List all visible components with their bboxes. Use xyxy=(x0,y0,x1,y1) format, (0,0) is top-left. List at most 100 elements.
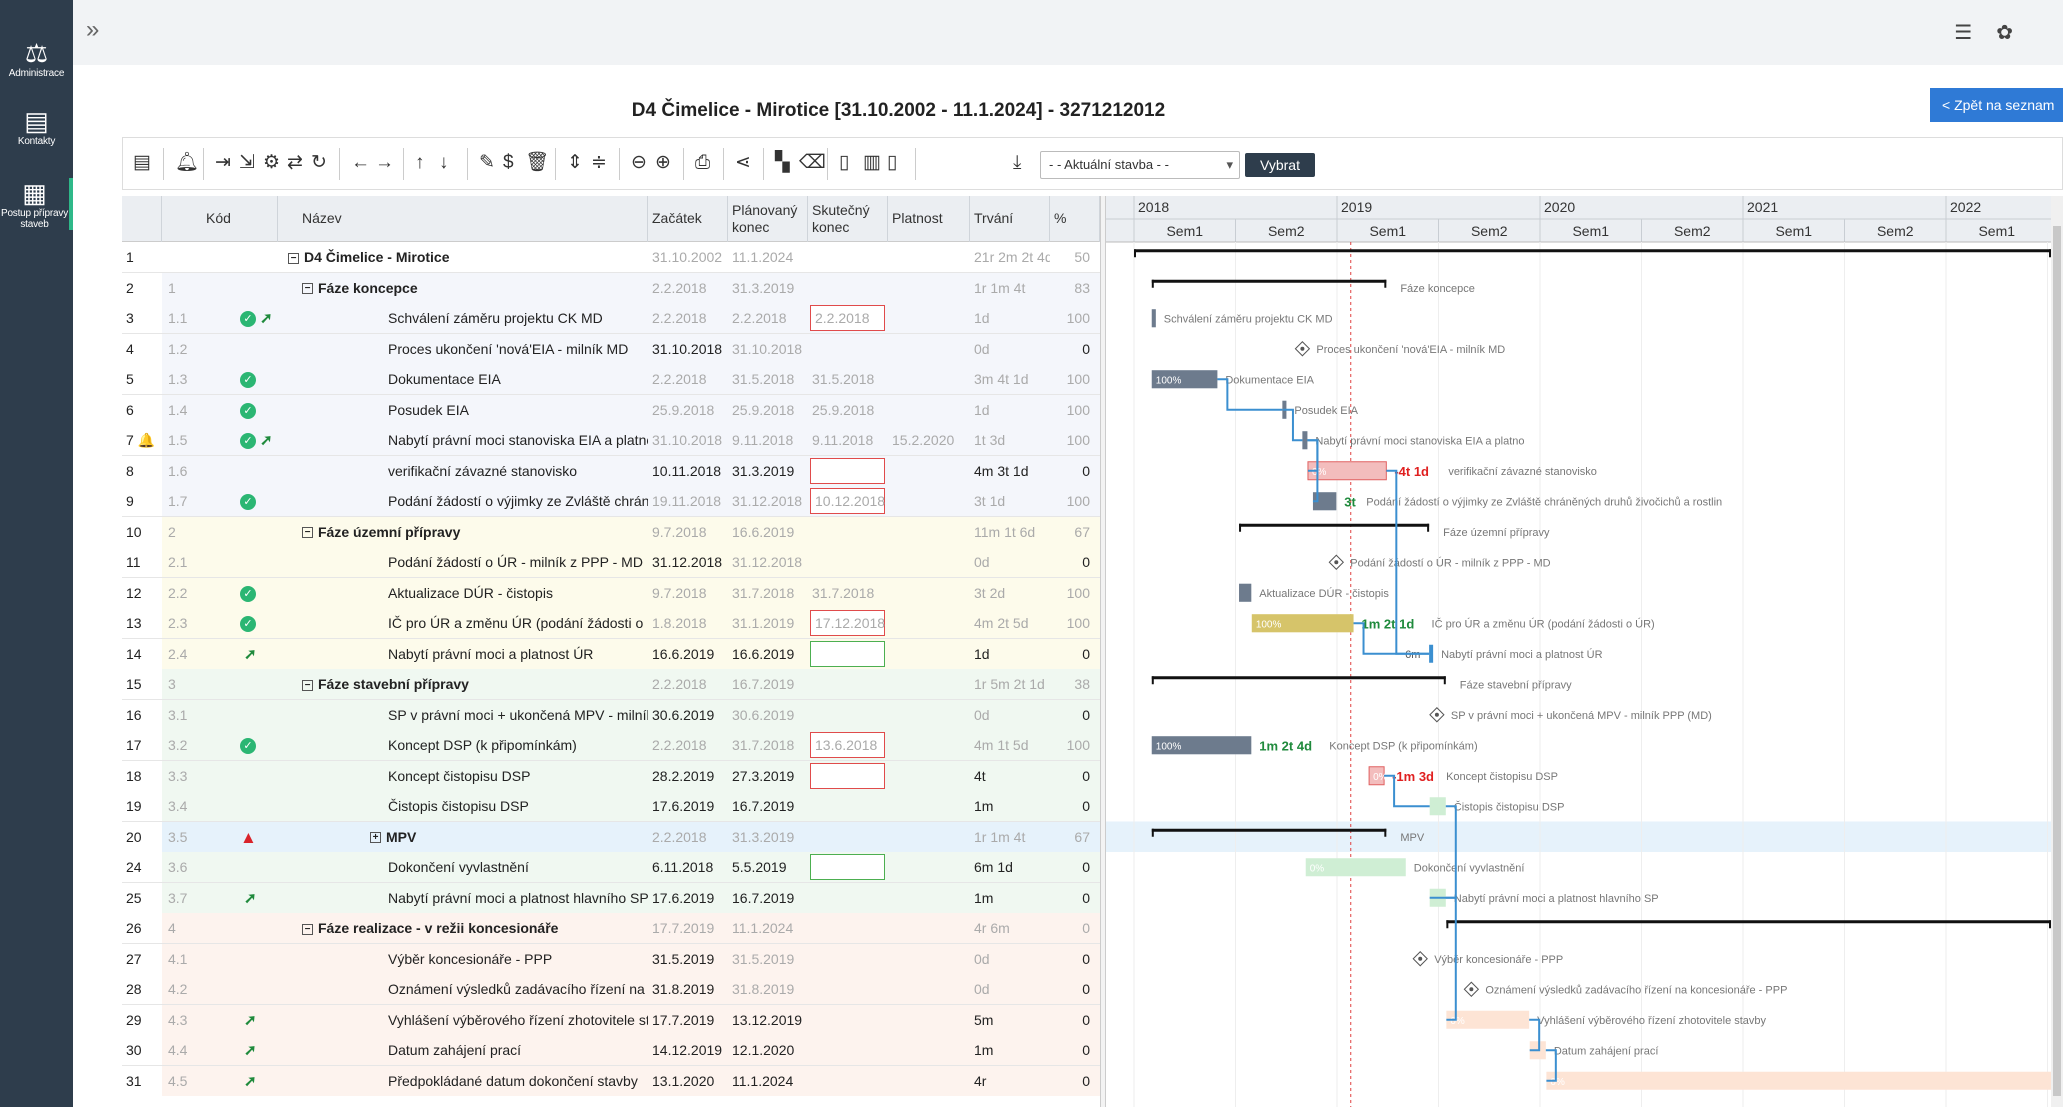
indent-icon[interactable]: ⇥ xyxy=(215,152,231,174)
semester-label: Sem1 xyxy=(1166,223,1203,239)
zoom-out-icon[interactable]: ⊖ xyxy=(631,152,647,174)
gantt-svg: 2018 2019 2020 2021 2022 Sem1 Sem2 Sem1 Sem2 Sem1… xyxy=(1106,196,2051,1107)
swap-icon[interactable]: ⇄ xyxy=(287,152,303,174)
table-row[interactable]: 31 4.5 ➚ Předpokládané datum dokončení stav… xyxy=(122,1065,1100,1096)
sidebar-item-0[interactable]: ⚖ Administrace xyxy=(0,38,73,79)
table-row[interactable]: 18 3.3 Koncept čistopisu DSP 28.2.2019 27.3.… xyxy=(122,760,1100,791)
year-label: 2021 xyxy=(1747,199,1778,215)
table-row[interactable]: 20 3.5 ▲ + MPV 2.2.2018 31.3.2019 1r 1m 4t 67 xyxy=(122,821,1100,852)
eraser-icon[interactable]: ⌫ xyxy=(799,152,826,174)
actual-end-input[interactable] xyxy=(810,640,885,667)
task-name-wrap: Schválení záměru projektu CK MD xyxy=(388,303,603,333)
select-button[interactable]: Vybrat xyxy=(1245,153,1315,177)
actual-end-input[interactable]: 13.6.2018 xyxy=(810,732,885,758)
stage-select[interactable]: - - Aktuální stavba - - xyxy=(1040,151,1240,179)
collapse-toggle-icon[interactable]: − xyxy=(288,252,299,264)
expand-rows-icon[interactable]: ⇕ xyxy=(567,152,583,174)
actual-end-input[interactable]: 2.2.2018 xyxy=(810,305,885,331)
actual-end-cell xyxy=(808,516,888,547)
table-row[interactable]: 14 2.4 ➚ Nabytí právní moci a platnost ÚR 16… xyxy=(122,638,1100,669)
refresh-icon[interactable]: ↻ xyxy=(311,152,327,174)
table-row[interactable]: 30 4.4 ➚ Datum zahájení prací 14.12.2019 12.1… xyxy=(122,1035,1100,1066)
table-row[interactable]: 3 1.1 ✓ ➚ Schválení záměru projektu CK MD 2.2… xyxy=(122,303,1100,334)
table-row[interactable]: 26 4 − Fáze realizace - v režii koncesionář… xyxy=(122,913,1100,944)
summary-bar xyxy=(1134,249,2051,253)
header-actual-end[interactable]: Skutečný konec xyxy=(808,196,888,242)
name-cell: − Fáze koncepce xyxy=(238,272,648,303)
sidebar-item-2[interactable]: ▦ Postup přípravy staveb xyxy=(0,178,73,230)
table-row[interactable]: 1 − D4 Čimelice - Mirotice 31.10.2002 11.1.2… xyxy=(122,242,1100,273)
layout-right-icon[interactable]: ▯ xyxy=(887,152,897,174)
table-row[interactable]: 13 2.3 ✓ IČ pro ÚR a změnu ÚR (podání žádos… xyxy=(122,608,1100,639)
actual-end-input[interactable] xyxy=(810,854,885,880)
header-percent[interactable]: % xyxy=(1050,196,1100,242)
pencil-icon[interactable]: ✎ xyxy=(479,152,495,174)
table-row[interactable]: 25 3.7 ➚ Nabytí právní moci a platnost hlav… xyxy=(122,882,1100,913)
table-row[interactable]: 12 2.2 ✓ Aktualizace DÚR - čistopis 9.7.2018… xyxy=(122,577,1100,608)
table-row[interactable]: 10 2 − Fáze územní přípravy 9.7.2018 16.6.201… xyxy=(122,516,1100,547)
header-name[interactable]: Název xyxy=(238,196,648,242)
header-start[interactable]: Začátek xyxy=(648,196,728,242)
collapse-toggle-icon[interactable]: − xyxy=(302,527,313,539)
table-row[interactable]: 8 1.6 verifikační závazné stanovisko 10.11.… xyxy=(122,455,1100,486)
percent-cell: 100 xyxy=(1050,303,1100,333)
start-cell: 17.6.2019 xyxy=(648,791,728,821)
trash-icon[interactable]: 🗑︎ xyxy=(525,152,549,174)
collapse-toggle-icon[interactable]: − xyxy=(302,283,313,295)
gear-icon[interactable]: ⚙ xyxy=(263,152,280,174)
start-cell: 9.7.2018 xyxy=(648,577,728,608)
share-icon[interactable]: ⋖ xyxy=(735,152,751,174)
actual-end-input[interactable] xyxy=(810,457,885,484)
table-row[interactable]: 17 3.2 ✓ Koncept DSP (k připomínkám) 2.2.201… xyxy=(122,730,1100,761)
table-row[interactable]: 2 1 − Fáze koncepce 2.2.2018 31.3.2019 1r 1m 4… xyxy=(122,272,1100,303)
header-duration[interactable]: Trvání xyxy=(970,196,1050,242)
layout-left-icon[interactable]: ▯ xyxy=(839,152,849,174)
percent-cell: 50 xyxy=(1050,242,1100,272)
menu-icon[interactable]: ▤ xyxy=(133,152,151,174)
gantt-scrollbar[interactable] xyxy=(2051,196,2063,1107)
dollar-icon[interactable]: $ xyxy=(503,152,514,174)
header-planned-end[interactable]: Plánovaný konec xyxy=(728,196,808,242)
paw-icon[interactable]: ✿ xyxy=(1996,20,2013,45)
table-row[interactable]: 6 1.4 ✓ Posudek EIA 25.9.2018 25.9.2018 25.9.2… xyxy=(122,394,1100,425)
table-row[interactable]: 24 3.6 Dokončení vyvlastnění 6.11.2018 5.5.2… xyxy=(122,852,1100,883)
actual-end-input[interactable]: 10.12.2018 xyxy=(810,488,885,514)
table-row[interactable]: 7 🔔 1.5 ✓ ➚ Nabytí právní moci stanoviska EI… xyxy=(122,425,1100,456)
print-icon[interactable]: ⎙ xyxy=(695,152,710,174)
table-row[interactable]: 16 3.1 SP v právní moci + ukončená MPV - m… xyxy=(122,699,1100,730)
paint-icon[interactable]: ▚ xyxy=(775,152,790,174)
link-icon[interactable]: ⇲ xyxy=(239,152,255,174)
actual-end-input[interactable]: 17.12.2018 xyxy=(810,610,885,636)
table-row[interactable]: 11 2.1 Podání žádostí o ÚR - milník z PPP … xyxy=(122,547,1100,578)
download-icon[interactable]: ⤓ xyxy=(1013,152,1021,174)
zoom-in-icon[interactable]: ⊕ xyxy=(655,152,671,174)
actual-end-cell xyxy=(808,669,888,699)
table-row[interactable]: 19 3.4 Čistopis čistopisu DSP 17.6.2019 16.7… xyxy=(122,791,1100,822)
back-to-list-button[interactable]: < Zpět na seznam xyxy=(1930,88,2063,122)
table-row[interactable]: 9 1.7 ✓ Podání žádostí o výjimky ze Zvláště… xyxy=(122,486,1100,517)
table-row[interactable]: 5 1.3 ✓ Dokumentace EIA 2.2.2018 31.5.2018 31.… xyxy=(122,364,1100,395)
status-icons: ✓ xyxy=(238,486,298,516)
layout-split-icon[interactable]: ▥ xyxy=(863,152,881,174)
scrollbar-thumb[interactable] xyxy=(2053,226,2061,1096)
header-validity[interactable]: Platnost xyxy=(888,196,970,242)
table-row[interactable]: 29 4.3 ➚ Vyhlášení výběrového řízení zhotov… xyxy=(122,1004,1100,1035)
collapse-rows-icon[interactable]: ≑ xyxy=(591,152,607,174)
arrow-up-icon[interactable]: ↑ xyxy=(415,152,425,174)
table-row[interactable]: 15 3 − Fáze stavební přípravy 2.2.2018 16.7.2… xyxy=(122,669,1100,700)
collapse-toggle-icon[interactable]: − xyxy=(302,679,313,691)
percent-cell: 100 xyxy=(1050,394,1100,425)
table-row[interactable]: 4 1.2 Proces ukončení 'nová'EIA - milník M… xyxy=(122,333,1100,364)
arrow-left-icon[interactable]: ← xyxy=(351,152,370,174)
table-row[interactable]: 27 4.1 Výběr koncesionáře - PPP 31.5.2019 31… xyxy=(122,943,1100,974)
double-chevron-right-icon[interactable]: » xyxy=(86,16,99,44)
bell-icon[interactable]: 🔔︎ xyxy=(175,152,199,174)
collapse-toggle-icon[interactable]: − xyxy=(302,923,313,935)
expand-toggle-icon[interactable]: + xyxy=(370,832,381,844)
sliders-icon[interactable]: ☰ xyxy=(1954,20,1972,45)
arrow-down-icon[interactable]: ↓ xyxy=(439,152,449,174)
actual-end-input[interactable] xyxy=(810,762,885,789)
milestone-dot xyxy=(1469,987,1474,992)
table-row[interactable]: 28 4.2 Oznámení výsledků zadávacího řízení… xyxy=(122,974,1100,1005)
arrow-right-icon[interactable]: → xyxy=(375,152,394,174)
